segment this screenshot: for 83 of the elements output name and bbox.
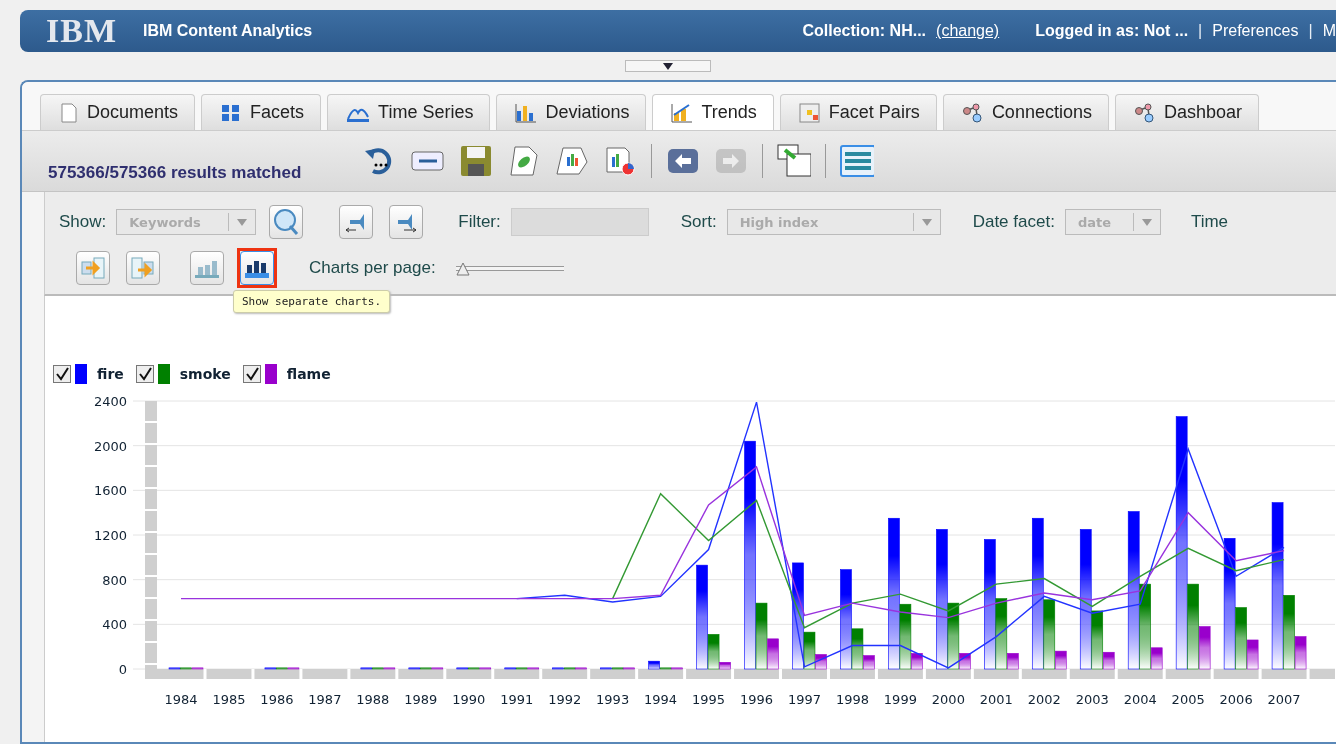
- axis-tick-label: 1200: [93, 528, 127, 543]
- separator: |: [1308, 22, 1313, 40]
- header-link[interactable]: Preferences: [1212, 22, 1299, 40]
- axis-tick-label: 2005: [1171, 692, 1205, 707]
- tooltip: Show separate charts.: [233, 290, 391, 313]
- axis-tick-label: 2003: [1075, 692, 1109, 707]
- tab[interactable]: Facet Pairs: [779, 94, 937, 130]
- trend-chart-icon: [671, 102, 694, 123]
- axis-tick-label: 2007: [1267, 692, 1301, 707]
- axis-tick-label: 1985: [212, 692, 246, 707]
- filter-field[interactable]: [510, 208, 649, 236]
- axis-tick-label: 1994: [644, 692, 678, 707]
- tab[interactable]: Deviations: [496, 94, 647, 130]
- app-title: IBM Content Analytics: [143, 22, 313, 40]
- field-label: Charts per page:: [309, 258, 436, 278]
- dropdown-caret-icon: [921, 218, 932, 226]
- axis-tick-label: 1990: [452, 692, 486, 707]
- logo: IBM: [46, 12, 117, 50]
- down-caret-icon: [663, 62, 673, 70]
- tab[interactable]: Documents: [40, 94, 196, 130]
- axis-tick-label: 1999: [883, 692, 917, 707]
- checkbox[interactable]: [242, 365, 261, 383]
- field-label: Sort:: [680, 212, 717, 232]
- tab[interactable]: Facets: [201, 94, 322, 130]
- axis-tick-label: 2000: [93, 438, 127, 454]
- axis-tick-label: 2004: [1123, 692, 1157, 707]
- network-icon: [1133, 102, 1156, 123]
- change-link[interactable]: (change): [936, 22, 1000, 40]
- axis-tick-label: 400: [102, 617, 127, 633]
- dropdown-caret-icon: [1141, 218, 1152, 226]
- collection-label: Collection: NH...: [802, 22, 927, 40]
- axis-tick-label: 1984: [164, 692, 198, 707]
- tab[interactable]: Trends: [652, 94, 774, 130]
- field-label: Filter:: [458, 212, 501, 232]
- checkbox[interactable]: [135, 365, 154, 383]
- legend-label: fire: [97, 366, 124, 382]
- legend-label: flame: [286, 366, 331, 382]
- dropdown-caret-icon: [237, 218, 248, 226]
- chart-document-icon[interactable]: [555, 145, 590, 177]
- axis-tick-label: 1998: [835, 692, 869, 707]
- axis-tick-label: 800: [102, 572, 127, 588]
- axis-tick-label: 2000: [931, 692, 965, 707]
- results-count: 575366/575366 results matched: [48, 163, 302, 183]
- legend-label: smoke: [179, 366, 231, 382]
- axis-tick-label: 1988: [356, 692, 390, 707]
- chart-pie-icon[interactable]: [604, 145, 637, 177]
- tab[interactable]: Dashboar: [1114, 94, 1259, 130]
- axis-tick-label: 1996: [739, 692, 774, 707]
- popout-window-icon[interactable]: [777, 144, 812, 178]
- field-label: Show:: [59, 212, 107, 232]
- axis-tick-label: 0: [118, 662, 127, 677]
- field-label: Date facet:: [972, 212, 1055, 232]
- network-icon: [961, 102, 984, 123]
- bar-chart-icon: [515, 102, 538, 123]
- save-icon[interactable]: [460, 145, 493, 177]
- axis-tick-label: 1991: [500, 692, 534, 707]
- axis-tick-label: 1986: [260, 692, 294, 707]
- axis-tick-label: 1989: [404, 692, 438, 707]
- layout-icon[interactable]: [840, 145, 875, 177]
- document-icon[interactable]: [509, 145, 540, 177]
- tab[interactable]: Connections: [942, 94, 1109, 130]
- axis-tick-label: 1987: [308, 692, 342, 707]
- axis-tick-label: 1997: [787, 692, 822, 707]
- header-link[interactable]: M: [1322, 22, 1336, 40]
- checkbox[interactable]: [53, 365, 71, 383]
- search-icon[interactable]: [272, 208, 301, 236]
- grid-icon: [798, 102, 821, 123]
- axis-tick-label: 2006: [1219, 692, 1253, 707]
- tab[interactable]: Time Series: [327, 94, 491, 130]
- quote-box-icon[interactable]: [411, 149, 446, 173]
- user-label: Logged in as: Not ...: [1035, 22, 1189, 40]
- axis-tick-label: 1992: [548, 692, 582, 707]
- axis-tick-label: 2002: [1027, 692, 1061, 707]
- slider-thumb[interactable]: [455, 261, 470, 275]
- document-icon: [59, 102, 79, 123]
- field-label: Time: [1190, 212, 1229, 232]
- axis-tick-label: 1995: [692, 692, 726, 707]
- axis-tick-label: 1993: [596, 692, 630, 707]
- axis-tick-label: 2400: [93, 394, 127, 409]
- separator: |: [1198, 22, 1203, 40]
- axis-tick-label: 2001: [979, 692, 1013, 707]
- axis-tick-label: 1600: [93, 483, 127, 499]
- splitter-handle[interactable]: [625, 60, 711, 72]
